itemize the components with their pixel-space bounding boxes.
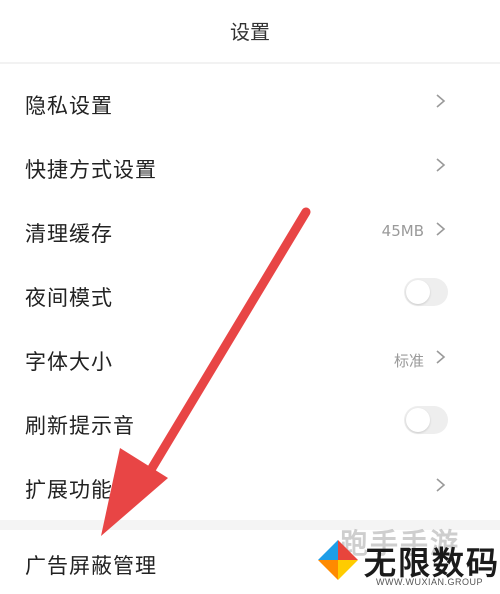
settings-item-label: 快捷方式设置: [25, 158, 157, 182]
font-size-value: 标准: [393, 352, 424, 370]
settings-item-label: 清理缓存: [25, 222, 113, 246]
settings-item-label: 扩展功能: [25, 478, 113, 502]
settings-item-clear-cache[interactable]: 清理缓存 45MB: [0, 198, 500, 262]
page-title: 设置: [230, 20, 270, 44]
settings-item-label: 字体大小: [25, 350, 113, 374]
watermark-url: WWW.WUXIAN.GROUP: [376, 577, 483, 587]
chevron-right-icon: [436, 350, 446, 364]
settings-item-refresh-sound: 刷新提示音: [0, 390, 500, 454]
settings-item-label: 广告屏蔽管理: [25, 554, 157, 578]
toggle-knob: [406, 280, 430, 304]
settings-item-shortcut[interactable]: 快捷方式设置: [0, 134, 500, 198]
settings-item-night-mode: 夜间模式: [0, 262, 500, 326]
chevron-right-icon: [436, 222, 446, 236]
settings-list: 隐私设置 快捷方式设置 清理缓存 45MB 夜间模式 字体大小 标准 刷新提示音…: [0, 70, 500, 518]
cache-size-value: 45MB: [381, 222, 424, 240]
settings-item-extensions[interactable]: 扩展功能: [0, 454, 500, 518]
chevron-right-icon: [436, 158, 446, 172]
settings-item-label: 隐私设置: [25, 94, 113, 118]
settings-item-privacy[interactable]: 隐私设置: [0, 70, 500, 134]
header-divider: [0, 62, 500, 64]
chevron-right-icon: [436, 94, 446, 108]
watermark-logo-icon: [318, 540, 358, 580]
night-mode-toggle[interactable]: [404, 278, 448, 306]
settings-item-font-size[interactable]: 字体大小 标准: [0, 326, 500, 390]
refresh-sound-toggle[interactable]: [404, 406, 448, 434]
chevron-right-icon: [436, 478, 446, 492]
settings-item-label: 刷新提示音: [25, 414, 135, 438]
settings-item-label: 夜间模式: [25, 286, 113, 310]
header: 设置: [0, 0, 500, 64]
watermark: 跑手手游 无限数码 WWW.WUXIAN.GROUP: [310, 520, 500, 591]
toggle-knob: [406, 408, 430, 432]
